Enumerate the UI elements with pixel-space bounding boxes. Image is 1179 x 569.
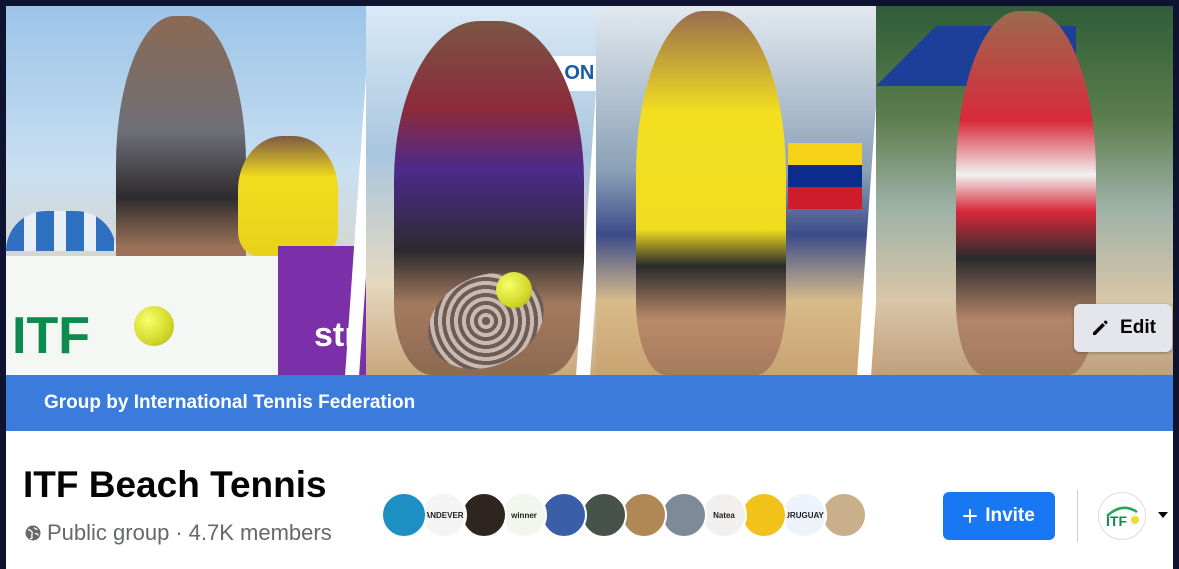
venezuela-flag	[788, 143, 862, 209]
caret-down-icon[interactable]	[1156, 508, 1170, 522]
cover-panel-2: HLON	[366, 6, 606, 375]
member-avatar[interactable]: Natea	[701, 492, 747, 538]
member-avatar[interactable]	[621, 492, 667, 538]
member-avatar[interactable]	[661, 492, 707, 538]
player-figure	[636, 11, 786, 375]
tennis-ball	[496, 272, 532, 308]
group-owner-strip[interactable]: Group by International Tennis Federation	[6, 375, 1173, 431]
member-avatar[interactable]	[581, 492, 627, 538]
plus-icon	[963, 509, 978, 523]
privacy-label[interactable]: Public group	[47, 520, 169, 546]
group-owner-text[interactable]: Group by International Tennis Federation	[44, 392, 415, 414]
group-header: ITF str HLON IT	[6, 6, 1173, 569]
member-count[interactable]: 4.7K members	[189, 520, 332, 546]
member-avatar[interactable]	[541, 492, 587, 538]
member-avatar[interactable]	[821, 492, 867, 538]
profile-switcher-button[interactable]: ITF	[1098, 492, 1146, 540]
member-avatar[interactable]: winner	[501, 492, 547, 538]
cover-photo[interactable]: ITF str HLON IT	[6, 6, 1173, 375]
cover-panel-1: ITF str	[6, 6, 388, 375]
member-avatar-stack[interactable]: ANDEVER winner Natea URUGUAY	[381, 492, 867, 540]
member-avatar[interactable]: URUGUAY	[781, 492, 827, 538]
itf-banner-logo: ITF	[12, 307, 90, 365]
invite-button[interactable]: Invite	[943, 492, 1055, 540]
cover-panel-3	[596, 6, 896, 375]
group-meta: Public group · 4.7K members	[25, 520, 332, 546]
edit-cover-button[interactable]: Edit	[1074, 304, 1172, 352]
member-avatar[interactable]	[741, 492, 787, 538]
umbrella	[6, 211, 116, 251]
edit-label: Edit	[1120, 317, 1156, 338]
player-figure	[238, 136, 338, 256]
itf-logo-avatar-icon: ITF	[1106, 506, 1139, 528]
group-title[interactable]: ITF Beach Tennis	[23, 464, 327, 506]
pencil-icon	[1093, 320, 1108, 335]
member-avatar[interactable]: ANDEVER	[421, 492, 467, 538]
action-divider	[1077, 490, 1078, 542]
member-avatar[interactable]	[461, 492, 507, 538]
member-avatar[interactable]	[381, 492, 427, 538]
globe-icon	[25, 525, 41, 541]
invite-label: Invite	[985, 505, 1035, 526]
meta-separator: ·	[175, 520, 183, 545]
tennis-ball	[134, 306, 174, 346]
svg-text:ITF: ITF	[1106, 513, 1127, 528]
